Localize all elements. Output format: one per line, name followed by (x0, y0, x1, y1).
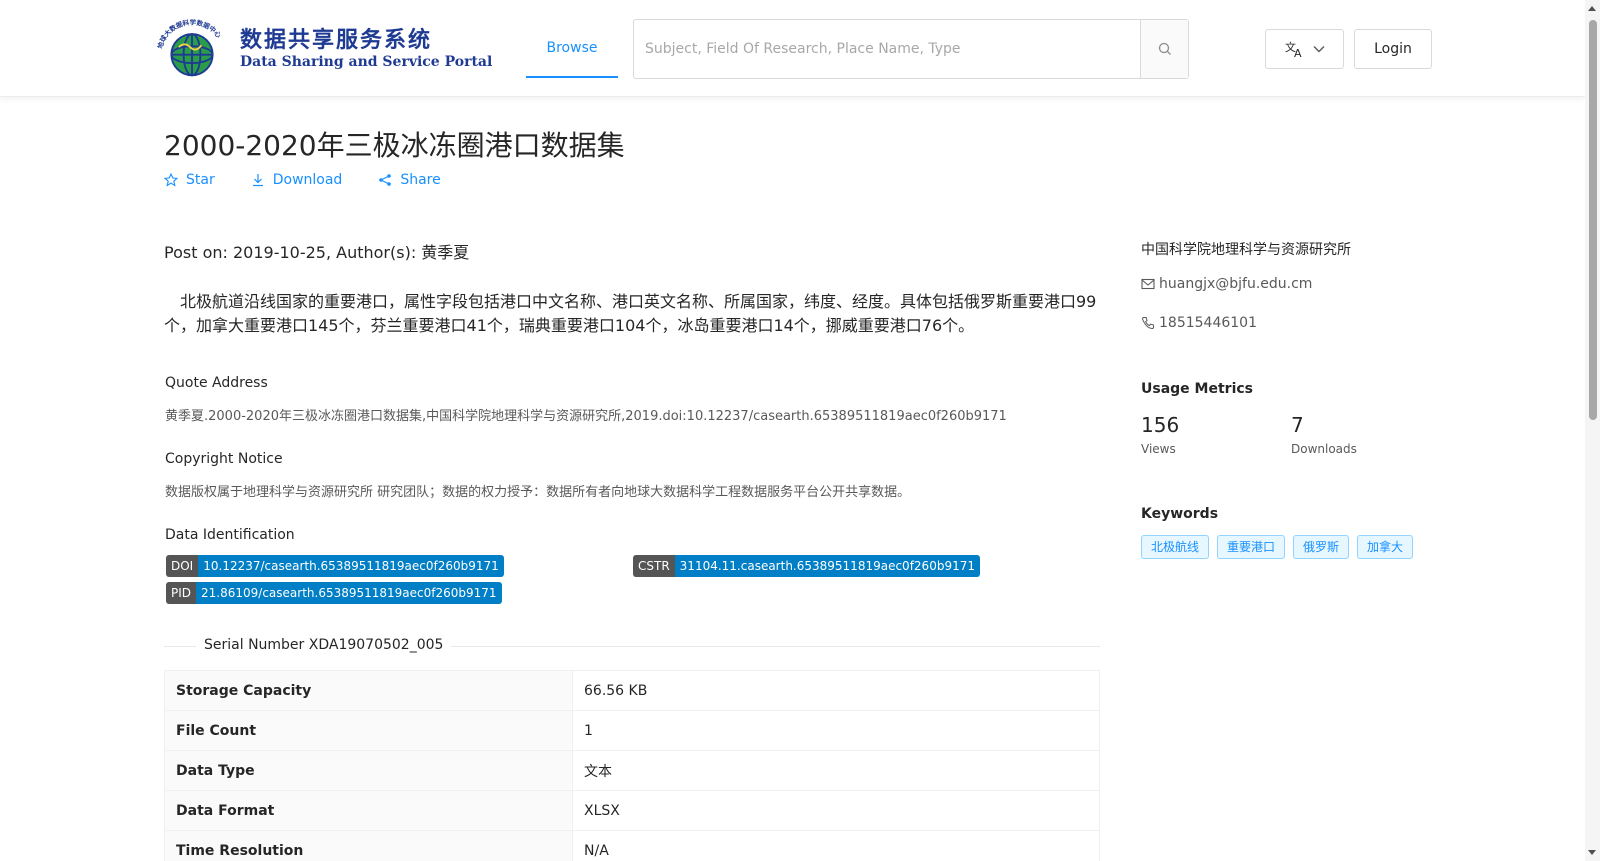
site-logo[interactable]: 地球大数据科学数据中心 数据共享服务系统 Data Sharing and Se… (152, 18, 492, 80)
table-row: Data Type 文本 (164, 750, 1100, 791)
property-key: Data Type (164, 750, 573, 791)
table-row: Time Resolution N/A (164, 830, 1100, 861)
phone-icon (1141, 317, 1154, 330)
doi-badge[interactable]: DOI 10.12237/casearth.65389511819aec0f26… (166, 555, 504, 577)
serial-number: Serial Number XDA19070502_005 (196, 637, 452, 653)
downloads-count: 7 (1291, 413, 1304, 437)
properties-table: Storage Capacity 66.56 KB File Count 1 D… (164, 670, 1100, 861)
keyword-tag[interactable]: 重要港口 (1217, 535, 1286, 559)
mail-icon (1141, 278, 1155, 290)
share-button[interactable]: Share (378, 172, 441, 188)
views-count: 156 (1141, 413, 1180, 437)
usage-metrics-heading: Usage Metrics (1141, 381, 1253, 397)
top-header: 地球大数据科学数据中心 数据共享服务系统 Data Sharing and Se… (0, 0, 1585, 97)
search-button[interactable] (1140, 20, 1188, 78)
star-label: Star (186, 172, 215, 188)
downloads-label: Downloads (1291, 442, 1357, 456)
search-icon (1158, 42, 1171, 55)
globe-logo-icon: 地球大数据科学数据中心 (155, 19, 224, 77)
keywords-heading: Keywords (1141, 506, 1219, 522)
star-button[interactable]: Star (164, 172, 215, 188)
share-label: Share (400, 172, 441, 188)
views-label: Views (1141, 442, 1176, 456)
pid-badge-value: 21.86109/casearth.65389511819aec0f260b91… (196, 582, 502, 604)
scroll-down-arrow-icon[interactable] (1588, 850, 1596, 855)
keyword-tag[interactable]: 加拿大 (1357, 535, 1414, 559)
property-value: XLSX (572, 790, 1100, 831)
svg-text:A: A (1294, 47, 1302, 58)
property-value: 1 (572, 710, 1100, 751)
institution-name: 中国科学院地理科学与资源研究所 (1141, 242, 1351, 258)
property-value: 66.56 KB (572, 670, 1100, 711)
language-switcher[interactable]: 文 A (1265, 29, 1344, 69)
table-row: File Count 1 (164, 710, 1100, 751)
scroll-up-arrow-icon[interactable] (1588, 6, 1596, 11)
doi-badge-key: DOI (166, 555, 199, 577)
chevron-down-icon (1313, 46, 1324, 53)
translate-icon: 文 A (1285, 40, 1302, 58)
table-row: Data Format XLSX (164, 790, 1100, 831)
doi-badge-value: 10.12237/casearth.65389511819aec0f260b91… (198, 555, 504, 577)
keyword-tag[interactable]: 俄罗斯 (1293, 535, 1350, 559)
post-meta: Post on: 2019-10-25, Author(s): 黄季夏 (164, 243, 470, 262)
copyright-label: Copyright Notice (165, 451, 283, 467)
phone-text: 18515446101 (1159, 315, 1257, 331)
pid-badge[interactable]: PID 21.86109/casearth.65389511819aec0f26… (166, 582, 502, 604)
star-icon (164, 173, 178, 187)
copyright-text: 数据版权属于地理科学与资源研究所 研究团队；数据的权力授予：数据所有者向地球大数… (165, 485, 911, 500)
property-key: Storage Capacity (164, 670, 573, 711)
dataset-description: 北极航道沿线国家的重要港口，属性字段包括港口中文名称、港口英文名称、所属国家，纬… (164, 292, 1097, 335)
contact-phone[interactable]: 18515446101 (1141, 315, 1257, 331)
cstr-badge-value: 31104.11.casearth.65389511819aec0f260b91… (674, 555, 980, 577)
data-identification-label: Data Identification (165, 527, 295, 543)
dataset-actions: Star Download Share (164, 172, 441, 188)
download-icon (252, 174, 263, 187)
property-key: File Count (164, 710, 573, 751)
login-button[interactable]: Login (1354, 29, 1432, 69)
contact-email[interactable]: huangjx@bjfu.edu.cm (1141, 276, 1312, 292)
share-icon (379, 174, 392, 186)
nav-browse[interactable]: Browse (526, 36, 618, 78)
scroll-thumb[interactable] (1589, 20, 1597, 420)
download-label: Download (272, 172, 343, 188)
quote-address-label: Quote Address (165, 375, 268, 391)
quote-address-text: 黄季夏.2000-2020年三极冰冻圈港口数据集,中国科学院地理科学与资源研究所… (165, 409, 1007, 424)
property-value: 文本 (572, 750, 1100, 791)
cstr-badge-key: CSTR (633, 555, 675, 577)
page-scrollbar[interactable] (1585, 0, 1600, 861)
property-value: N/A (572, 830, 1100, 861)
download-button[interactable]: Download (251, 172, 343, 188)
search-input[interactable] (634, 20, 1140, 78)
table-row: Storage Capacity 66.56 KB (164, 670, 1100, 711)
page-title: 2000-2020年三极冰冻圈港口数据集 (164, 129, 625, 162)
keyword-tag[interactable]: 北极航线 (1141, 535, 1210, 559)
cstr-badge[interactable]: CSTR 31104.11.casearth.65389511819aec0f2… (633, 555, 980, 577)
pid-badge-key: PID (166, 582, 197, 604)
logo-title-en: Data Sharing and Service Portal (240, 54, 493, 70)
email-text: huangjx@bjfu.edu.cm (1159, 276, 1313, 292)
property-key: Data Format (164, 790, 573, 831)
property-key: Time Resolution (164, 830, 573, 861)
logo-title-cn: 数据共享服务系统 (240, 27, 433, 53)
search-box (633, 19, 1189, 79)
